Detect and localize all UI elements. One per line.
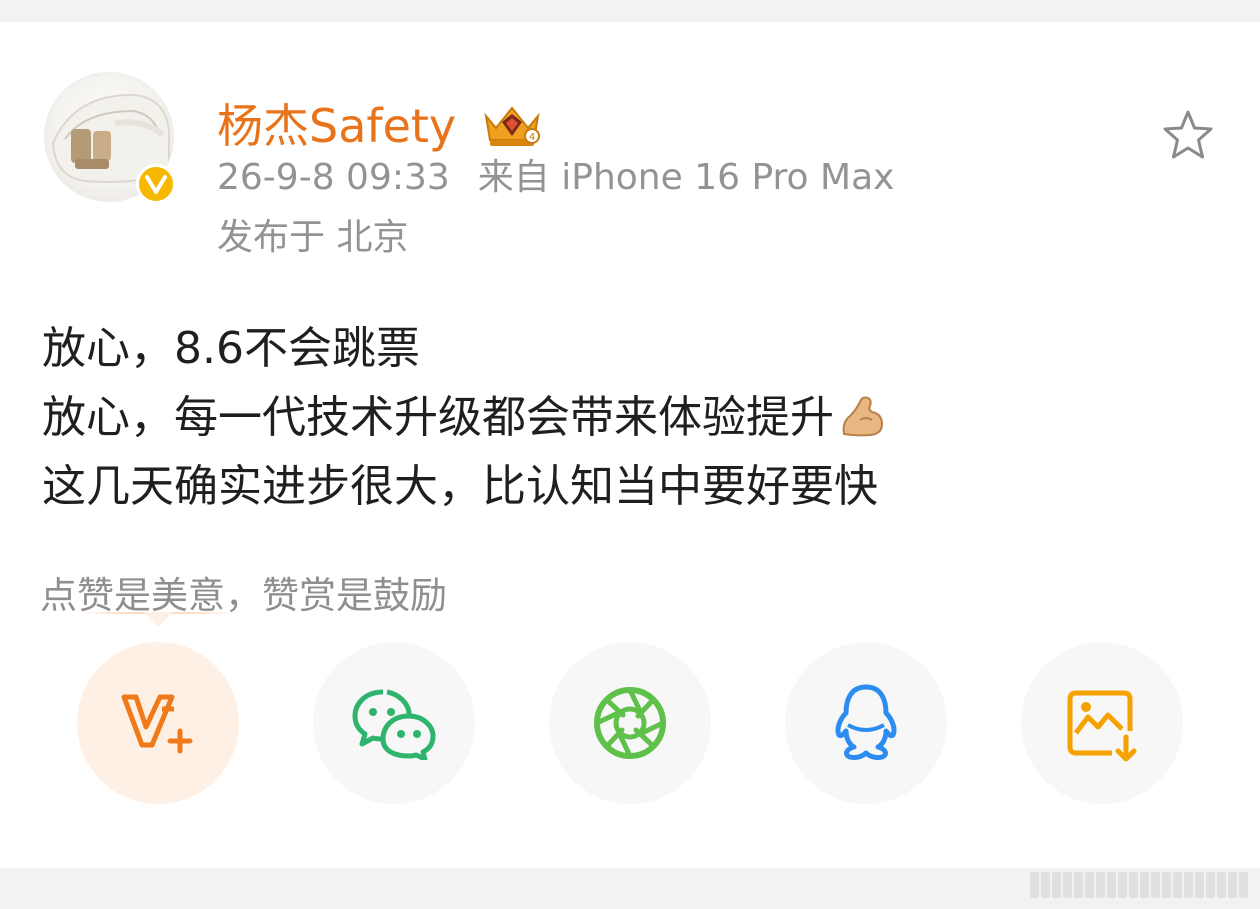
crown-level-4-icon[interactable]: 4 xyxy=(480,102,544,150)
share-qq-button[interactable] xyxy=(785,642,947,804)
moments-aperture-icon xyxy=(594,687,666,759)
post-source: 来自 iPhone 16 Pro Max xyxy=(477,157,895,198)
v-plus-icon xyxy=(121,694,193,754)
post-datetime: 26-9-8 09:33 xyxy=(217,157,450,198)
post-content: 放心，8.6不会跳票 放心，每一代技术升级都会带来体验提升 这几天确实进步很大，… xyxy=(42,314,1222,521)
post-meta: 26-9-8 09:33 来自 iPhone 16 Pro Max xyxy=(217,154,894,202)
post-location: 发布于 北京 xyxy=(217,217,409,258)
share-moments-button[interactable] xyxy=(549,642,711,804)
verified-v-badge-icon xyxy=(136,164,176,204)
watermark-logo xyxy=(1030,868,1248,898)
author-name[interactable]: 杨杰Safety xyxy=(217,96,456,156)
post-content-line: 放心，每一代技术升级都会带来体验提升 xyxy=(42,383,1222,452)
post-content-line-text: 放心，每一代技术升级都会带来体验提升 xyxy=(42,392,834,443)
qq-penguin-icon xyxy=(835,684,897,760)
favorite-star-icon[interactable] xyxy=(1158,106,1218,166)
selection-pointer xyxy=(143,612,173,627)
share-save-image-button[interactable] xyxy=(1021,642,1183,804)
post-content-line: 这几天确实进步很大，比认知当中要好要快 xyxy=(42,461,878,512)
flexed-biceps-emoji-icon xyxy=(842,396,884,437)
share-vplus-button[interactable] xyxy=(77,642,239,804)
svg-text:4: 4 xyxy=(529,132,535,143)
save-image-icon xyxy=(1067,690,1137,762)
author-avatar[interactable] xyxy=(44,72,176,204)
post-content-line: 放心，8.6不会跳票 xyxy=(42,323,420,374)
wechat-icon xyxy=(352,689,436,760)
share-wechat-button[interactable] xyxy=(313,642,475,804)
